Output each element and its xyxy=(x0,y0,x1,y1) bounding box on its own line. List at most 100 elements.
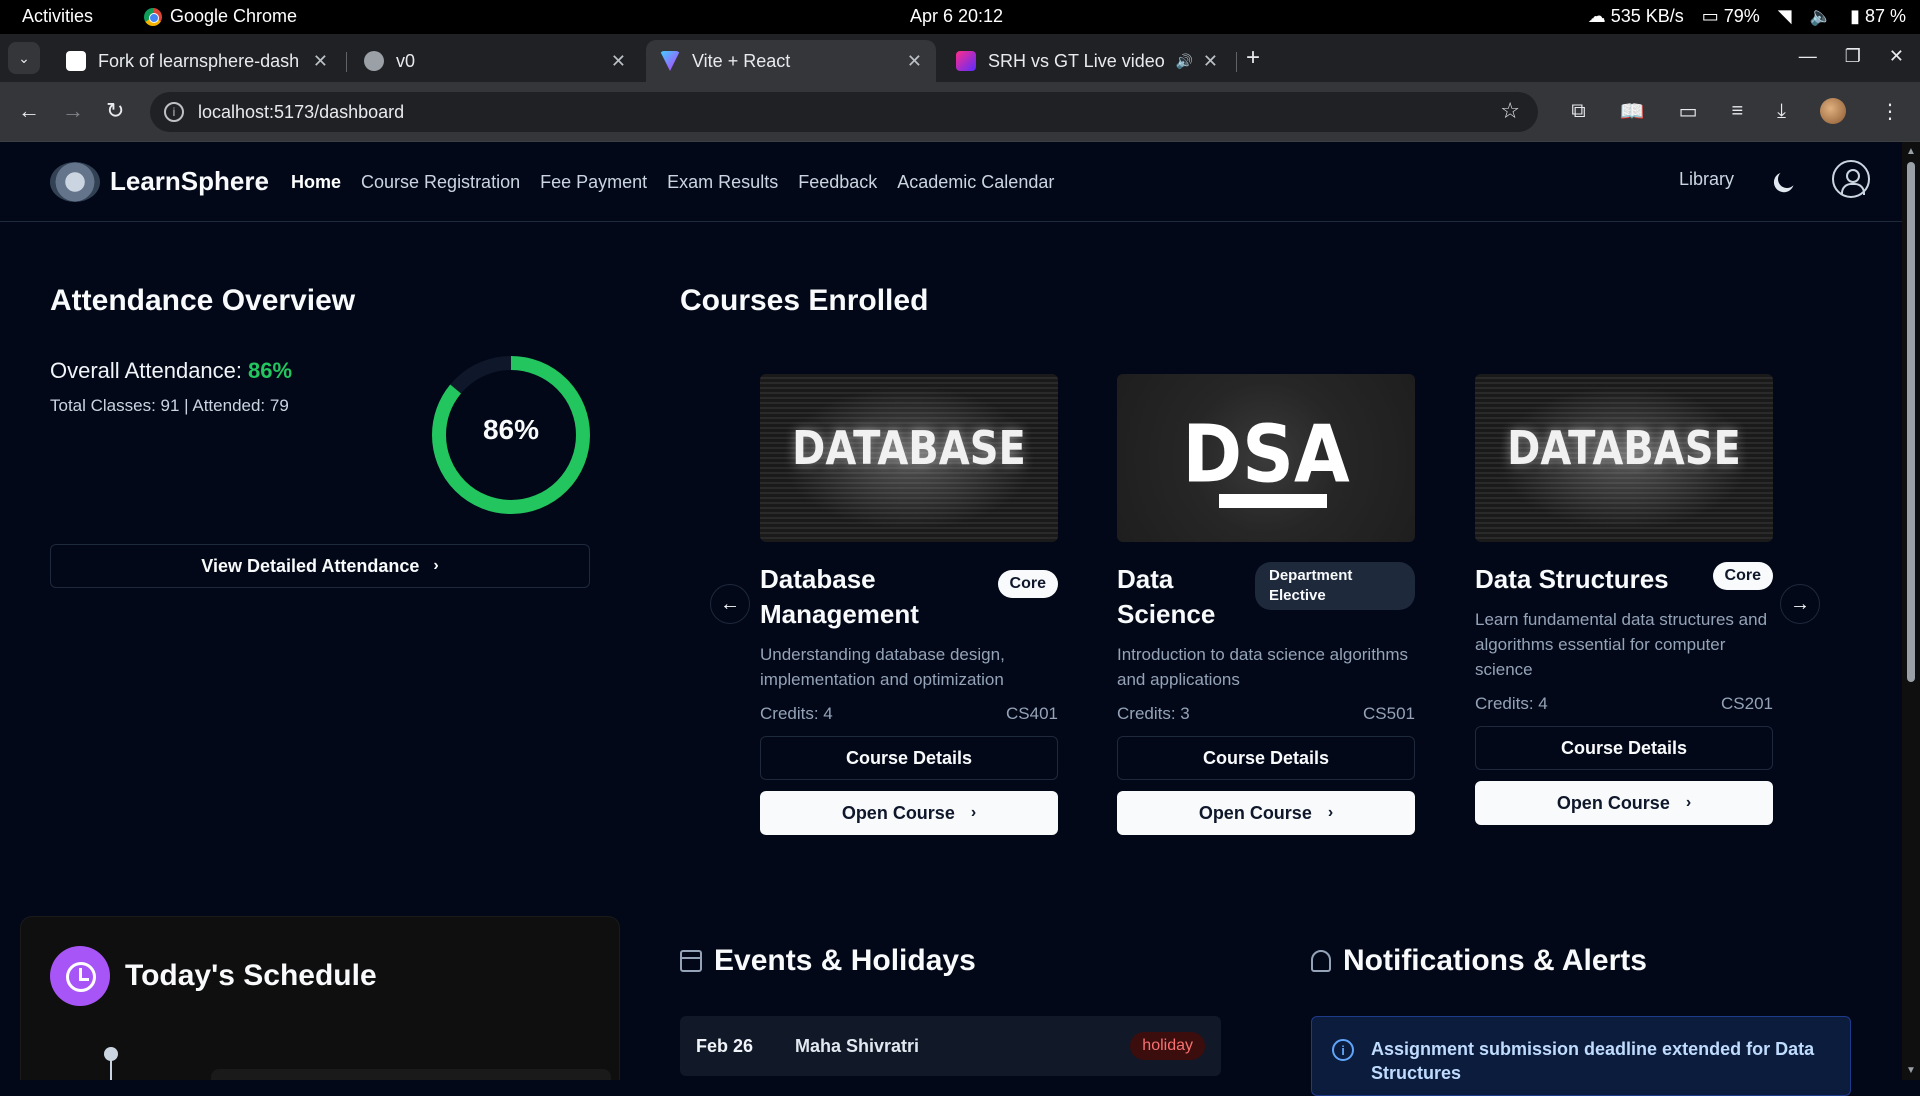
event-date: Feb 26 xyxy=(696,1036,754,1056)
browser-toolbar: ← → ↻ i localhost:5173/dashboard ☆ ⧉ 📖 ▭… xyxy=(0,82,1920,142)
scrollbar-thumb[interactable] xyxy=(1907,162,1915,682)
notification-item[interactable]: i Assignment submission deadline extende… xyxy=(1311,1016,1851,1096)
nav-course-registration[interactable]: Course Registration xyxy=(361,172,520,193)
tab-divider xyxy=(346,52,347,72)
site-info-icon[interactable]: i xyxy=(164,102,184,122)
app-menu[interactable]: Google Chrome xyxy=(144,6,297,27)
main-nav: Home Course Registration Fee Payment Exa… xyxy=(291,172,1054,193)
course-description: Introduction to data science algorithms … xyxy=(1117,645,1409,689)
notifications-title: Notifications & Alerts xyxy=(1343,944,1647,977)
close-icon[interactable]: ✕ xyxy=(313,51,328,72)
course-image[interactable]: DATABASE xyxy=(760,374,1058,542)
course-image[interactable]: DSA xyxy=(1117,374,1415,542)
course-header: Data Science Department Elective xyxy=(1117,562,1415,632)
page-scrollbar[interactable]: ▲ ▼ xyxy=(1902,142,1920,1080)
course-name: Data Science xyxy=(1117,564,1216,629)
scroll-up-arrow-icon[interactable]: ▲ xyxy=(1906,146,1916,157)
extensions-icon[interactable]: ⧉ xyxy=(1571,100,1585,123)
nav-library[interactable]: Library xyxy=(1679,169,1734,190)
course-details-button[interactable]: Course Details xyxy=(760,736,1058,780)
event-type-badge: holiday xyxy=(1130,1032,1205,1060)
battery-status: ▮ 87 % xyxy=(1850,6,1906,26)
address-bar[interactable]: i localhost:5173/dashboard ☆ xyxy=(150,92,1538,132)
course-details-button[interactable]: Course Details xyxy=(1117,736,1415,780)
arrow-left-icon: ← xyxy=(720,592,740,615)
app-navbar: LearnSphere Home Course Registration Fee… xyxy=(0,142,1902,222)
media-controls-icon[interactable]: ≡ xyxy=(1731,100,1743,123)
tab-srh-vs-gt[interactable]: SRH vs GT Live video 🔊 ✕ xyxy=(942,40,1232,82)
close-window-icon[interactable]: ✕ xyxy=(1889,46,1904,67)
chevron-right-icon: › xyxy=(433,557,439,574)
course-image[interactable]: DATABASE xyxy=(1475,374,1773,542)
volume-icon: 🔈 xyxy=(1809,6,1833,26)
course-type-badge: Core xyxy=(997,570,1058,598)
clock[interactable]: Apr 6 20:12 xyxy=(910,6,1003,27)
speaker-icon[interactable]: 🔊 xyxy=(1175,53,1192,70)
new-tab-button[interactable]: + xyxy=(1246,44,1260,72)
user-profile-icon[interactable] xyxy=(1832,160,1870,198)
todays-schedule-panel: Today's Schedule xyxy=(20,916,620,1080)
browser-tab-strip: ⌄ Fork of learnsphere-dash ✕ v0 ✕ Vite +… xyxy=(0,34,1920,82)
open-course-button[interactable]: Open Course › xyxy=(1117,791,1415,835)
close-icon[interactable]: ✕ xyxy=(907,51,922,72)
schedule-item[interactable] xyxy=(211,1069,611,1080)
course-type-badge: Core xyxy=(1712,562,1773,590)
url-text[interactable]: localhost:5173/dashboard xyxy=(198,102,404,123)
brand-name[interactable]: LearnSphere xyxy=(110,166,269,197)
course-description: Learn fundamental data structures and al… xyxy=(1475,610,1768,679)
profile-avatar[interactable] xyxy=(1820,98,1846,124)
notifications-header: Notifications & Alerts xyxy=(1311,944,1647,978)
download-icon[interactable]: ⤓ xyxy=(1777,100,1786,123)
close-icon[interactable]: ✕ xyxy=(611,51,626,72)
maximize-icon[interactable]: ❐ xyxy=(1845,46,1861,67)
info-icon: i xyxy=(1332,1039,1354,1061)
reading-mode-icon[interactable]: 📖 xyxy=(1620,99,1645,124)
tab-vite-react[interactable]: Vite + React ✕ xyxy=(646,40,936,82)
ring-percent-label: 86% xyxy=(482,414,540,445)
overall-attendance: Overall Attendance: 86% xyxy=(50,358,293,383)
activities-button[interactable]: Activities xyxy=(22,6,93,27)
menu-kebab-icon[interactable]: ⋮ xyxy=(1880,99,1900,124)
back-icon[interactable]: ← xyxy=(18,98,40,124)
learnsphere-logo[interactable] xyxy=(50,162,100,202)
view-detailed-attendance-button[interactable]: View Detailed Attendance › xyxy=(50,544,590,588)
cast-icon[interactable]: ▭ xyxy=(1679,99,1698,124)
nav-exam-results[interactable]: Exam Results xyxy=(667,172,778,193)
wifi-icon: ◥ xyxy=(1777,6,1792,26)
event-item[interactable]: Feb 26 Maha Shivratri holiday xyxy=(680,1016,1221,1076)
course-name: Database Management xyxy=(760,564,919,629)
open-course-button[interactable]: Open Course › xyxy=(1475,781,1773,825)
nav-feedback[interactable]: Feedback xyxy=(798,172,877,193)
course-code: CS501 xyxy=(1363,704,1415,723)
close-icon[interactable]: ✕ xyxy=(1203,51,1218,72)
tab-search-button[interactable]: ⌄ xyxy=(8,42,40,74)
toolbar-actions: ⧉ 📖 ▭ ≡ ⤓ ⋮ xyxy=(1571,98,1900,124)
course-details-button[interactable]: Course Details xyxy=(1475,726,1773,770)
chevron-right-icon: › xyxy=(1327,804,1334,821)
course-credits: Credits: 4 xyxy=(760,704,833,723)
bookmark-star-icon[interactable]: ☆ xyxy=(1500,98,1520,124)
forward-icon[interactable]: → xyxy=(62,98,84,124)
open-course-button[interactable]: Open Course › xyxy=(760,791,1058,835)
nav-academic-calendar[interactable]: Academic Calendar xyxy=(897,172,1054,193)
carousel-next-button[interactable]: → xyxy=(1780,584,1820,624)
minimize-icon[interactable]: — xyxy=(1799,46,1817,67)
system-tray[interactable]: ☁ 535 KB/s ▭ 79% ◥ 🔈 ▮ 87 % xyxy=(1588,6,1906,27)
cpu-usage: ▭ 79% xyxy=(1701,6,1760,26)
tab-fork-learnsphere[interactable]: Fork of learnsphere-dash ✕ xyxy=(52,40,342,82)
course-credits: Credits: 4 xyxy=(1475,694,1548,713)
os-top-bar: Activities Google Chrome Apr 6 20:12 ☁ 5… xyxy=(0,0,1920,34)
nav-fee-payment[interactable]: Fee Payment xyxy=(540,172,647,193)
hotstar-icon xyxy=(956,51,976,71)
calendar-icon xyxy=(680,950,702,972)
course-meta: Credits: 4 CS201 xyxy=(1475,694,1773,714)
scroll-down-arrow-icon[interactable]: ▼ xyxy=(1906,1065,1916,1076)
tab-v0[interactable]: v0 ✕ xyxy=(350,40,640,82)
reload-icon[interactable]: ↻ xyxy=(106,98,124,124)
course-type-badge: Department Elective xyxy=(1255,562,1415,610)
network-speed: ☁ 535 KB/s xyxy=(1587,6,1684,26)
carousel-prev-button[interactable]: ← xyxy=(710,584,750,624)
nav-home[interactable]: Home xyxy=(291,172,341,193)
window-controls: — ❐ ✕ xyxy=(1799,46,1904,67)
moon-icon[interactable] xyxy=(1775,167,1798,190)
